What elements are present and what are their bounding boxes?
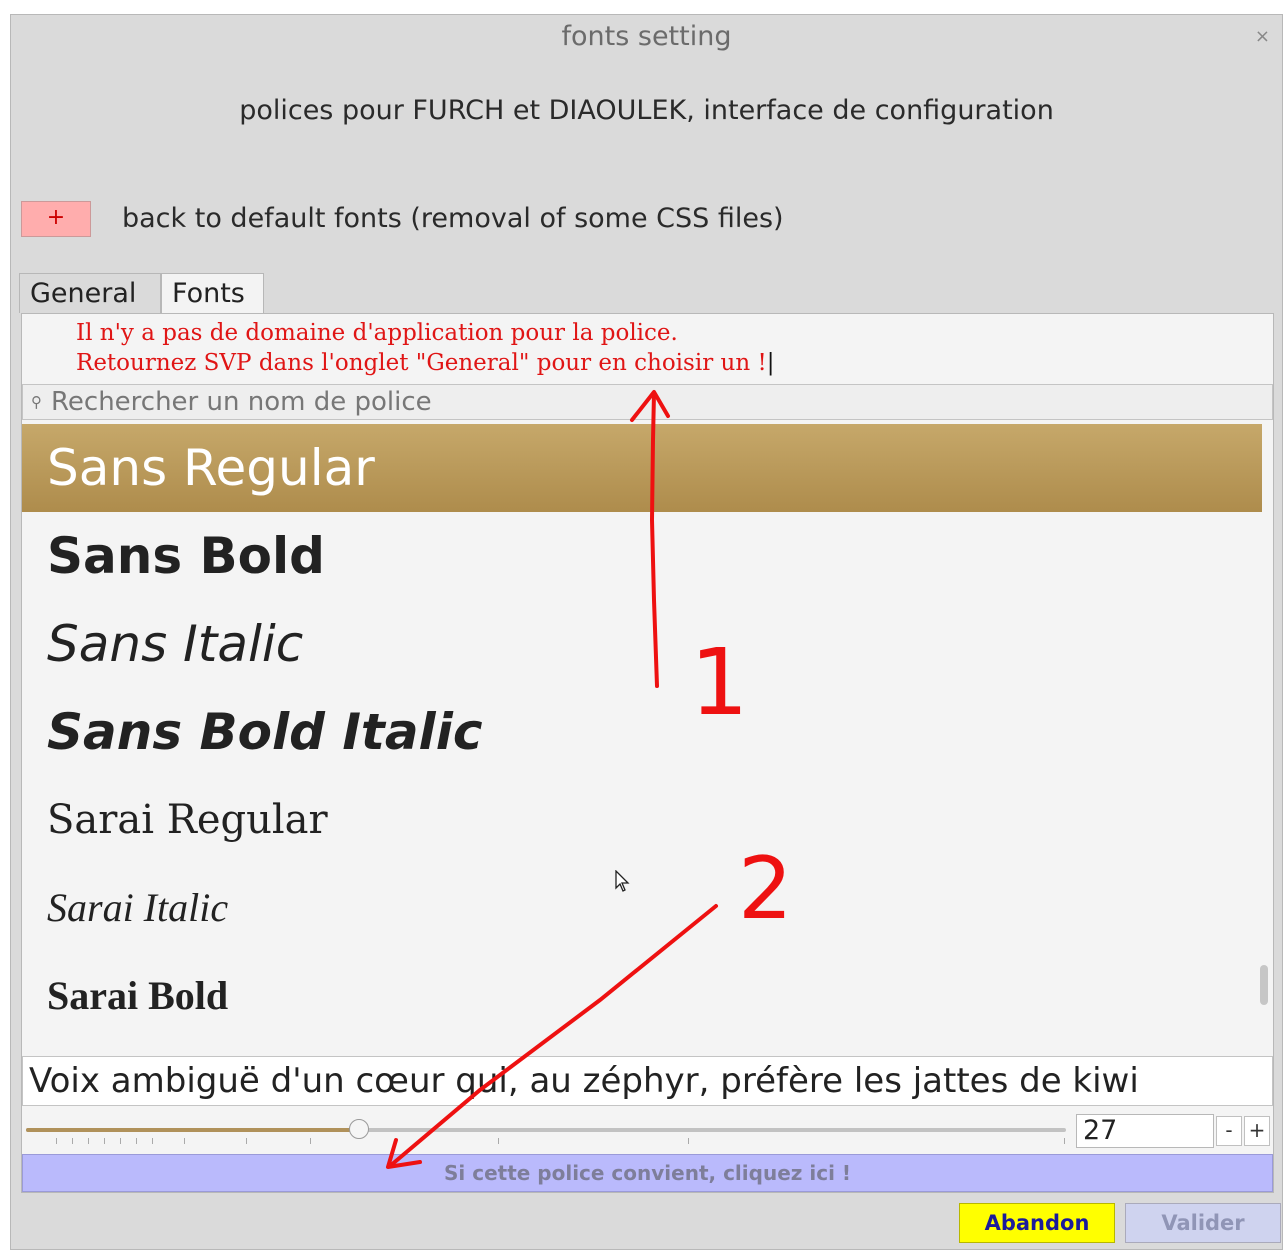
size-slider[interactable]	[26, 1119, 1066, 1139]
size-increase-button[interactable]: +	[1244, 1116, 1270, 1146]
slider-ticks	[26, 1138, 1066, 1146]
preview-text: Voix ambiguë d'un cœur qui, au zéphyr, p…	[29, 1061, 1139, 1101]
font-list: Sans Regular Sans Bold Sans Italic Sans …	[22, 424, 1262, 1052]
apply-font-button[interactable]: Si cette police convient, cliquez ici !	[22, 1154, 1273, 1192]
list-scrollbar[interactable]	[1260, 965, 1268, 1005]
font-size-input[interactable]: 27	[1076, 1114, 1214, 1148]
warning-line-2: Retournez SVP dans l'onglet "General" po…	[76, 350, 767, 376]
reset-fonts-label: back to default fonts (removal of some C…	[122, 203, 784, 234]
font-item-sarai-regular[interactable]: Sarai Regular	[22, 776, 1262, 864]
mouse-pointer-icon	[615, 870, 630, 892]
dialog-subtitle: polices pour FURCH et DIAOULEK, interfac…	[239, 95, 1054, 126]
reset-fonts-button[interactable]: +	[21, 201, 91, 237]
search-placeholder: Rechercher un nom de police	[51, 387, 432, 417]
slider-fill	[26, 1128, 359, 1132]
font-preview-field[interactable]: Voix ambiguë d'un cœur qui, au zéphyr, p…	[22, 1056, 1273, 1106]
font-item-sarai-bold[interactable]: Sarai Bold	[22, 952, 1262, 1040]
close-icon[interactable]: ×	[1255, 15, 1270, 59]
tab-fonts[interactable]: Fonts	[161, 273, 264, 313]
warning-line-1: Il n'y a pas de domaine d'application po…	[76, 320, 678, 346]
warning-message: Il n'y a pas de domaine d'application po…	[76, 320, 775, 376]
dialog-window: fonts setting × polices pour FURCH et DI…	[10, 14, 1283, 1250]
window-title: fonts setting	[561, 21, 732, 52]
font-item-sans-bold-italic[interactable]: Sans Bold Italic	[22, 688, 1262, 776]
tab-general[interactable]: General	[19, 273, 161, 313]
cancel-button[interactable]: Abandon	[959, 1203, 1115, 1243]
font-item-sarai-italic[interactable]: Sarai Italic	[22, 864, 1262, 952]
slider-handle[interactable]	[348, 1119, 369, 1139]
validate-button[interactable]: Valider	[1125, 1203, 1281, 1243]
font-item-sans-regular[interactable]: Sans Regular	[22, 424, 1262, 512]
font-search-input[interactable]: ⚲ Rechercher un nom de police	[22, 384, 1273, 420]
search-icon: ⚲	[31, 393, 42, 411]
fonts-panel: Il n'y a pas de domaine d'application po…	[21, 313, 1274, 1193]
font-item-sans-bold[interactable]: Sans Bold	[22, 512, 1262, 600]
font-item-sans-italic[interactable]: Sans Italic	[22, 600, 1262, 688]
size-decrease-button[interactable]: -	[1216, 1116, 1242, 1146]
